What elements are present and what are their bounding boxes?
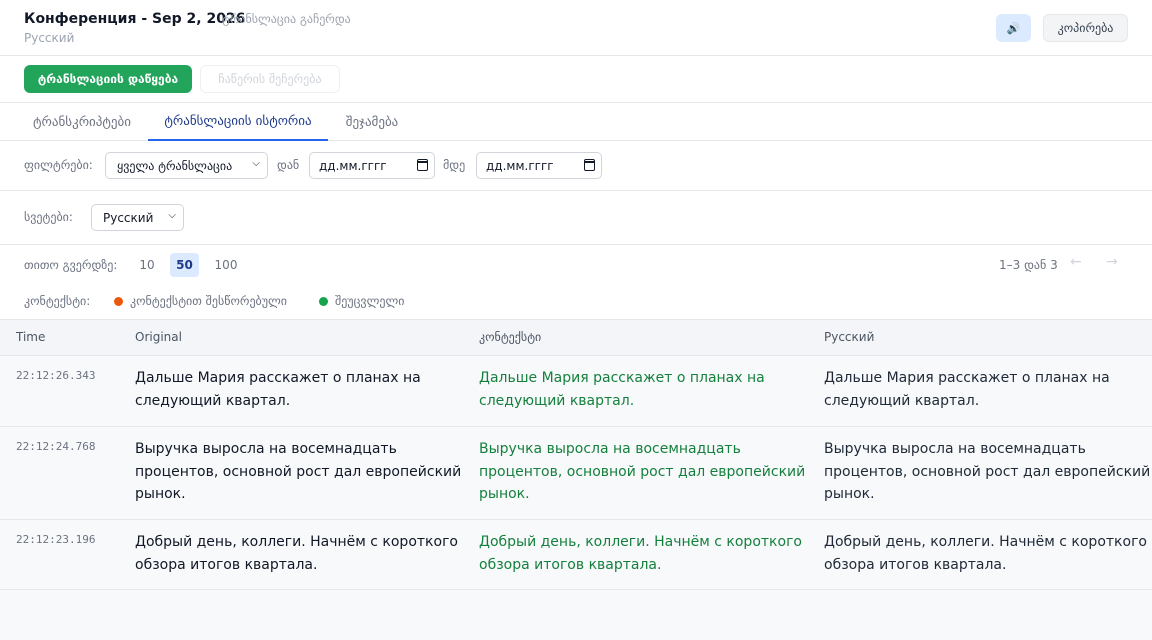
text-line: Добрый день, коллеги. Начнём с короткого [479,534,802,550]
green-dot-icon [319,297,328,306]
text-line: Дальше Мария расскажет о планах на [479,370,765,386]
legend-item-corrected: კონტექსტით შესწორებული [130,294,288,308]
row-original: Добрый день, коллеги. Начнём с короткого… [135,531,458,576]
text-line: Дальше Мария расскажет о планах на [135,370,421,386]
text-line: следующий квартал. [479,392,635,409]
action-bar: ტრანსლაციის დაწყება ჩაწერის შეჩერება [0,56,1152,103]
stop-recording-button[interactable]: ჩაწერის შეჩერება [200,65,340,93]
pagination-bar: თითო გვერდზე: 10 50 100 1–3 დან 3 ← → [0,245,1152,285]
chevron-down-icon: ⌵ [168,210,176,221]
date-to-label: მდე [443,158,466,172]
text-line: следующий квартал. [135,392,291,409]
legend-label: კონტექსტი: [24,294,91,308]
translation-status: ტრანსლაცია გაჩერდა [222,12,351,26]
column-header-context: კონტექსტი [479,330,542,344]
speaker-icon: 🔊 [1006,21,1021,35]
text-line: процентов, основной рост дал европейский [824,463,1151,480]
target-language: Русский [24,31,75,45]
row-russian: Выручка выросла на восемнадцать проценто… [824,438,1150,506]
row-russian: Дальше Мария расскажет о планах на следу… [824,367,1110,412]
page-title: Конференция - Sep 2, 2026 [24,11,246,27]
orange-dot-icon [114,297,123,306]
text-line: процентов, основной рост дал европейский [479,463,806,480]
text-line: процентов, основной рост дал европейский [135,463,462,480]
tab-summary[interactable]: შეჯამება [336,103,408,141]
text-line: обзора итогов квартала. [824,556,1007,573]
copy-button[interactable]: კოპირება [1043,14,1128,42]
text-line: обзора итогов квартала. [479,556,662,573]
text-line: следующий квартал. [824,392,980,409]
translation-type-select[interactable]: ყველა ტრანსლაცია ⌵ [105,152,268,179]
per-page-option-100[interactable]: 100 [209,253,243,277]
column-header-russian: Русский [824,330,875,344]
columns-label: სვეტები: [24,210,73,224]
table-header: Time Original კონტექსტი Русский [0,319,1152,356]
per-page-label: თითო გვერდზე: [24,258,118,272]
start-translation-button[interactable]: ტრანსლაციის დაწყება [24,65,192,93]
row-context: Добрый день, коллеги. Начнём с короткого… [479,531,802,576]
filters-bar: ფილტრები: ყველა ტრანსლაცია ⌵ დან дд.мм.г… [0,141,1152,191]
page-range: 1–3 დან 3 [999,258,1058,272]
tab-bar: ტრანსკრიპტები ტრანსლაციის ისტორია შეჯამე… [0,103,1152,141]
speaker-button[interactable]: 🔊 [996,14,1031,42]
chevron-down-icon: ⌵ [252,158,260,169]
text-line: рынок. [824,486,875,502]
column-header-time: Time [16,330,46,344]
per-page-option-50[interactable]: 50 [170,253,199,277]
row-timestamp: 22:12:26.343 [16,369,96,382]
date-from-value: дд.мм.гггг [319,158,387,173]
text-line: Выручка выросла на восемнадцать [135,441,397,457]
text-line: Дальше Мария расскажет о планах на [824,370,1110,386]
row-context: Выручка выросла на восемнадцать проценто… [479,438,805,506]
filters-label: ფილტრები: [24,158,93,172]
tab-transcripts[interactable]: ტრანსკრიპტები [24,103,140,141]
calendar-icon[interactable] [417,159,428,171]
translation-type-value: ყველა ტრანსლაცია [117,158,233,173]
row-timestamp: 22:12:23.196 [16,533,96,546]
text-line: Выручка выросла на восемнадцать [824,441,1086,457]
table-row: 22:12:24.768 Выручка выросла на восемнад… [0,427,1152,520]
prev-page-arrow-icon[interactable]: ← [1070,254,1082,270]
legend-item-unchanged: შეუცვლელი [335,294,405,308]
tab-translation-history[interactable]: ტრანსლაციის ისტორია [148,103,328,141]
table-row: 22:12:23.196 Добрый день, коллеги. Начнё… [0,520,1152,590]
header-bar: Конференция - Sep 2, 2026 ტრანსლაცია გაჩ… [0,0,1152,56]
row-context: Дальше Мария расскажет о планах на следу… [479,367,765,412]
text-line: обзора итогов квартала. [135,556,318,573]
date-to-value: дд.мм.гггг [486,158,554,173]
calendar-icon[interactable] [584,159,595,171]
date-from-input[interactable]: дд.мм.гггг [309,152,435,179]
row-original: Дальше Мария расскажет о планах на следу… [135,367,421,412]
columns-select[interactable]: Русский ⌵ [91,204,184,231]
text-line: рынок. [479,486,530,502]
text-line: рынок. [135,486,186,502]
row-timestamp: 22:12:24.768 [16,440,96,453]
next-page-arrow-icon[interactable]: → [1106,254,1118,270]
text-line: Добрый день, коллеги. Начнём с короткого [824,534,1147,550]
columns-bar: სვეტები: Русский ⌵ [0,191,1152,245]
date-from-label: დან [277,158,300,172]
table-row: 22:12:26.343 Дальше Мария расскажет о пл… [0,356,1152,427]
context-legend: კონტექსტი: კონტექსტით შესწორებული შეუცვლ… [0,285,1152,319]
columns-value: Русский [103,210,154,225]
text-line: Выручка выросла на восемнадцать [479,441,741,457]
column-header-original: Original [135,330,182,344]
row-russian: Добрый день, коллеги. Начнём с короткого… [824,531,1147,576]
date-to-input[interactable]: дд.мм.гггг [476,152,602,179]
row-original: Выручка выросла на восемнадцать проценто… [135,438,461,506]
text-line: Добрый день, коллеги. Начнём с короткого [135,534,458,550]
per-page-option-10[interactable]: 10 [134,253,160,277]
